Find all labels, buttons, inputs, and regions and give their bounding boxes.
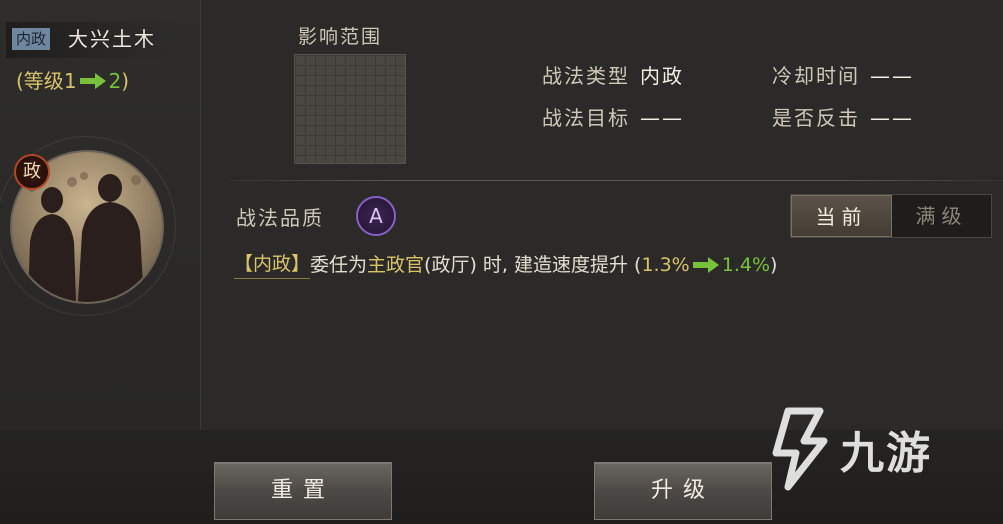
cooldown-label: 冷却时间 [772,64,860,88]
description-part1: 委任为 [310,253,368,276]
arrow-right-icon [692,256,719,273]
watermark-logo-icon [772,407,828,491]
section-divider [230,180,1003,181]
skill-side-panel: 内政 大兴土木 (等级 1 2 ) 政 [0,0,201,430]
level-view-toggle: 当前 满级 [790,194,992,238]
range-preview-title: 影响范围 [298,26,383,48]
watermark: 九游 [758,404,978,494]
reset-button[interactable]: 重置 [214,462,392,520]
counter-row: 是否反击 —— [772,102,914,131]
cooldown-row: 冷却时间 —— [772,60,914,89]
description-highlight: 主政官 [367,253,425,276]
description-end: ) [770,253,778,276]
level-from: 1 [63,69,77,93]
cooldown-value: —— [870,64,914,88]
counter-label: 是否反击 [772,106,860,130]
skill-name-header: 内政 大兴土木 [6,22,178,58]
politics-badge: 政 [14,154,50,190]
range-preview-grid [294,54,406,164]
description-to-value: 1.4% [721,253,771,276]
description-part2: (政厅) 时, 建造速度提升 ( [424,253,642,276]
tab-current[interactable]: 当前 [791,195,892,237]
level-suffix: ) [121,69,130,93]
skill-type-label: 战法类型 [542,64,630,88]
skill-type-row: 战法类型 内政 [542,60,684,89]
skill-target-row: 战法目标 —— [542,102,684,131]
description-from-value: 1.3% [641,253,690,276]
level-change: (等级 1 2 ) [16,68,129,94]
skill-type-value: 内政 [640,64,684,88]
category-tag: 内政 [12,28,51,50]
skill-name: 大兴土木 [68,27,156,51]
quality-label: 战法品质 [236,206,324,230]
quality-grade-badge: A [356,196,396,236]
counter-value: —— [870,106,914,130]
watermark-text: 九游 [840,428,932,479]
arrow-right-icon [79,73,106,89]
upgrade-button[interactable]: 升级 [594,462,772,520]
level-prefix: (等级 [16,69,64,93]
description-tag: 【内政】 [234,250,311,279]
skill-target-label: 战法目标 [542,106,630,130]
tab-max-level[interactable]: 满级 [892,195,991,237]
skill-target-value: —— [640,106,684,130]
skill-description: 【内政】 委任为 主政官 (政厅) 时, 建造速度提升 ( 1.3% 1.4% … [234,250,777,279]
general-portrait: 政 [0,136,176,316]
level-to: 2 [108,69,122,93]
